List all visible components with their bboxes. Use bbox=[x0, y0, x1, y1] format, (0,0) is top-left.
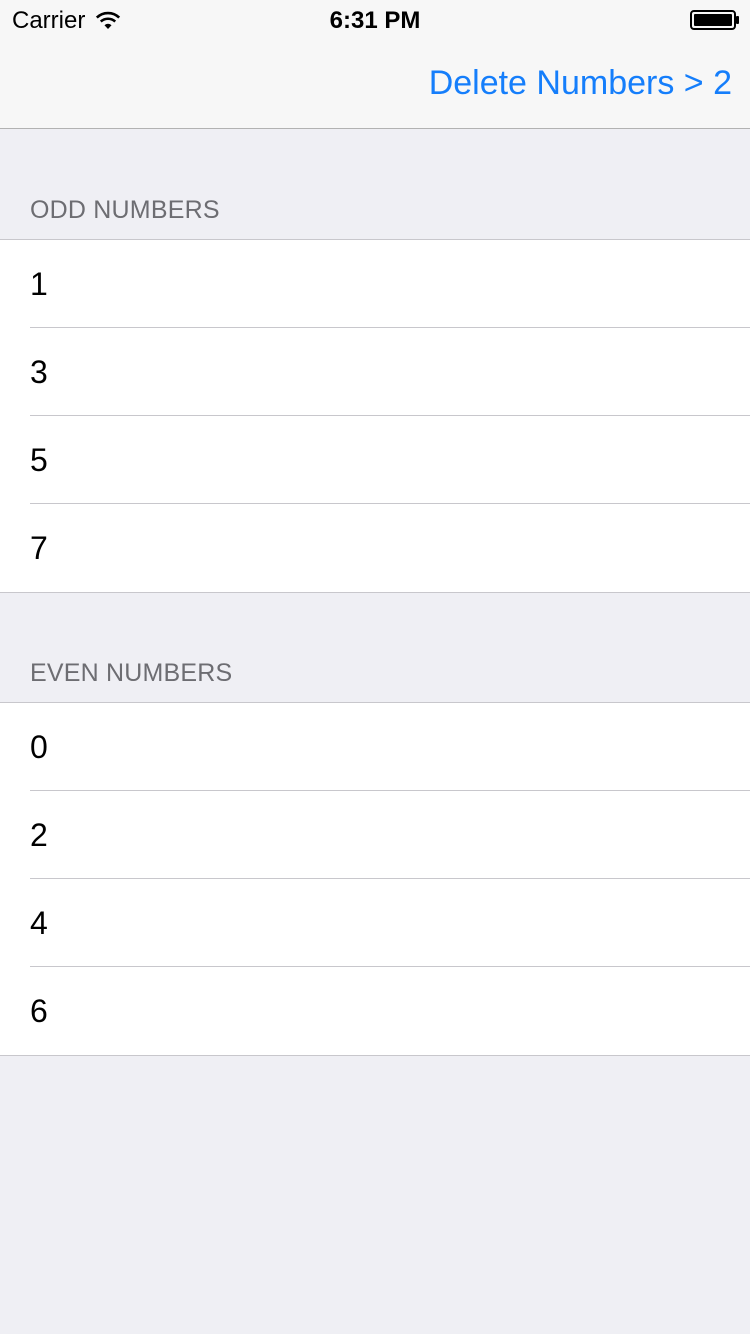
table-row[interactable]: 3 bbox=[0, 328, 750, 416]
section-header-even: EVEN NUMBERS bbox=[30, 659, 233, 687]
section-header-odd: ODD NUMBERS bbox=[30, 196, 220, 224]
row-label: 7 bbox=[30, 529, 48, 566]
delete-numbers-button[interactable]: Delete Numbers > 2 bbox=[429, 64, 732, 103]
table-row[interactable]: 1 bbox=[0, 240, 750, 328]
clock: 6:31 PM bbox=[329, 7, 421, 34]
table-row[interactable]: 0 bbox=[0, 703, 750, 791]
row-label: 3 bbox=[30, 353, 48, 390]
table-row[interactable]: 6 bbox=[0, 967, 750, 1055]
odd-numbers-group: 1 3 5 7 bbox=[0, 239, 750, 593]
navigation-bar: Delete Numbers > 2 bbox=[0, 40, 750, 129]
table-row[interactable]: 4 bbox=[0, 879, 750, 967]
row-label: 4 bbox=[30, 904, 48, 941]
row-label: 1 bbox=[30, 265, 48, 302]
even-numbers-group: 0 2 4 6 bbox=[0, 702, 750, 1056]
battery-icon bbox=[690, 10, 739, 30]
table-row[interactable]: 5 bbox=[0, 416, 750, 504]
row-label: 0 bbox=[30, 728, 48, 765]
table-row[interactable]: 7 bbox=[0, 504, 750, 592]
row-label: 2 bbox=[30, 816, 48, 853]
table-row[interactable]: 2 bbox=[0, 791, 750, 879]
row-label: 6 bbox=[30, 992, 48, 1029]
status-bar: Carrier 6:31 PM bbox=[0, 0, 750, 40]
row-label: 5 bbox=[30, 441, 48, 478]
